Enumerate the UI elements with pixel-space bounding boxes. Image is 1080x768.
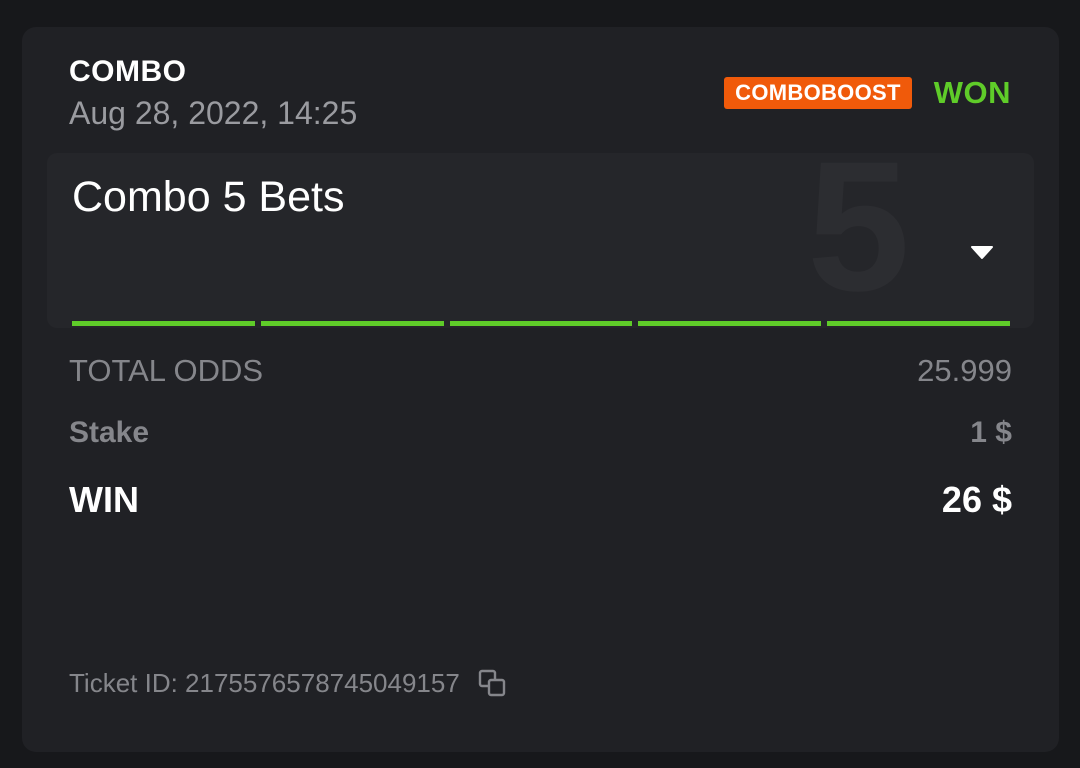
stake-label: Stake — [69, 416, 150, 449]
combo-count-watermark: 5 — [807, 153, 910, 328]
stake-row: Stake 1 $ — [69, 416, 1012, 450]
expand-toggle-button[interactable] — [965, 239, 999, 265]
bet-date: Aug 28, 2022, 14:25 — [69, 95, 358, 131]
win-value: 26 $ — [941, 479, 1012, 520]
status-badge: WON — [933, 75, 1011, 110]
bet-type-label: COMBO — [69, 55, 187, 88]
leg-progress-segment — [260, 321, 444, 326]
comboboost-badge: COMBOBOOST — [724, 77, 912, 109]
legs-progress — [72, 321, 1010, 326]
bet-header: COMBO Aug 28, 2022, 14:25 — [69, 55, 357, 132]
combo-title: Combo 5 Bets — [72, 173, 345, 221]
bet-card: COMBO Aug 28, 2022, 14:25 COMBOBOOST WON… — [22, 27, 1059, 752]
win-row: WIN 26 $ — [69, 479, 1012, 521]
ticket-id-row: Ticket ID: 2175576578745049157 — [69, 668, 508, 699]
caret-down-icon — [971, 246, 993, 259]
combo-panel[interactable]: 5 Combo 5 Bets — [47, 153, 1034, 328]
total-odds-row: TOTAL ODDS 25.999 — [69, 353, 1012, 389]
total-odds-label: TOTAL ODDS — [69, 353, 264, 388]
copy-icon[interactable] — [478, 669, 508, 699]
leg-progress-segment — [827, 321, 1010, 326]
bet-badges: COMBOBOOST WON — [724, 75, 1011, 111]
leg-progress-segment — [638, 321, 822, 326]
leg-progress-segment — [449, 321, 633, 326]
total-odds-value: 25.999 — [917, 353, 1012, 388]
win-label: WIN — [69, 479, 139, 520]
ticket-id-text: Ticket ID: 2175576578745049157 — [69, 668, 460, 698]
stake-value: 1 $ — [970, 416, 1012, 449]
leg-progress-segment — [72, 321, 255, 326]
